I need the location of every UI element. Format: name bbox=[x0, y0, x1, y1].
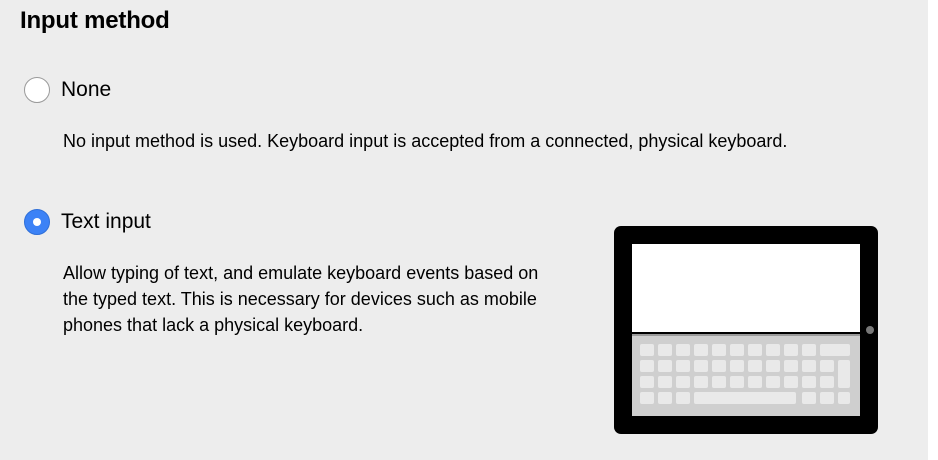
option-text-input-description: Allow typing of text, and emulate keyboa… bbox=[63, 260, 538, 338]
scrollbar-track bbox=[928, 0, 938, 460]
option-none-description: No input method is used. Keyboard input … bbox=[63, 131, 788, 151]
tablet-screen bbox=[632, 244, 860, 332]
radio-selected-dot bbox=[33, 218, 41, 226]
radio-none[interactable] bbox=[24, 77, 50, 103]
input-method-settings: Input method None No input method is use… bbox=[0, 0, 938, 460]
description-line: Allow typing of text, and emulate keyboa… bbox=[63, 263, 539, 283]
tablet-keyboard-icon bbox=[614, 226, 878, 434]
option-none-label[interactable]: None bbox=[61, 78, 111, 102]
onscreen-keyboard bbox=[632, 334, 860, 416]
option-text-input-label[interactable]: Text input bbox=[61, 210, 151, 234]
description-line: the typed text. This is necessary for de… bbox=[63, 289, 537, 309]
tablet-side-button bbox=[866, 326, 874, 334]
radio-text-input[interactable] bbox=[24, 209, 50, 235]
section-heading: Input method bbox=[20, 7, 170, 34]
keyboard-keys bbox=[640, 344, 850, 404]
description-line: phones that lack a physical keyboard. bbox=[63, 315, 364, 335]
